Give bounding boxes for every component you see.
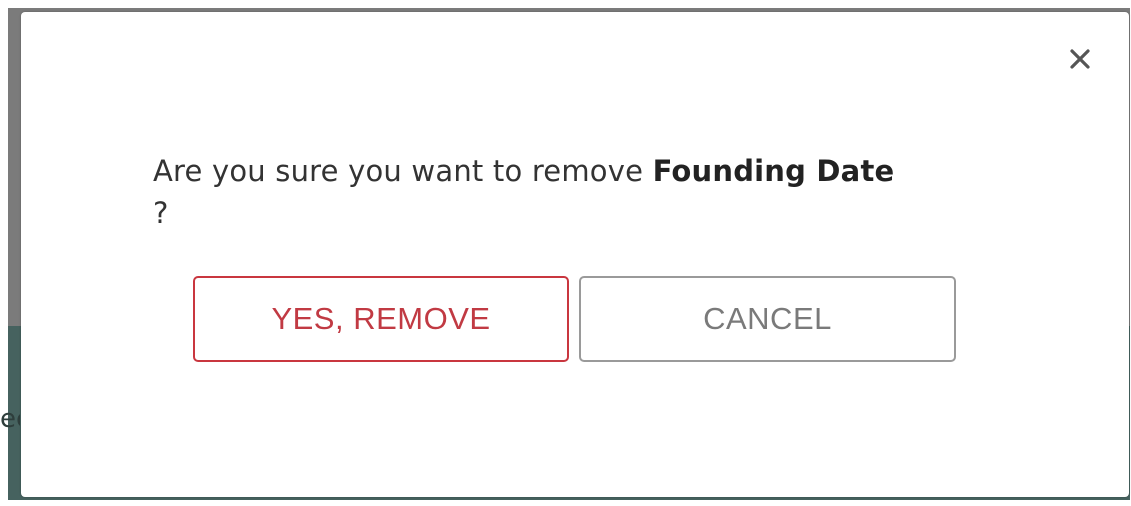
confirm-message: Are you sure you want to remove Founding… [153, 150, 1013, 234]
message-prefix: Are you sure you want to remove [153, 154, 644, 188]
close-icon [1069, 48, 1091, 70]
message-suffix: ? [153, 196, 169, 230]
cancel-button[interactable]: CANCEL [579, 276, 956, 362]
yes-remove-button[interactable]: YES, REMOVE [193, 276, 569, 362]
background-partial-text: ec [0, 404, 20, 434]
confirm-remove-dialog: Are you sure you want to remove Founding… [21, 12, 1129, 497]
close-button[interactable] [1063, 42, 1097, 76]
item-name: Founding Date [652, 154, 895, 188]
